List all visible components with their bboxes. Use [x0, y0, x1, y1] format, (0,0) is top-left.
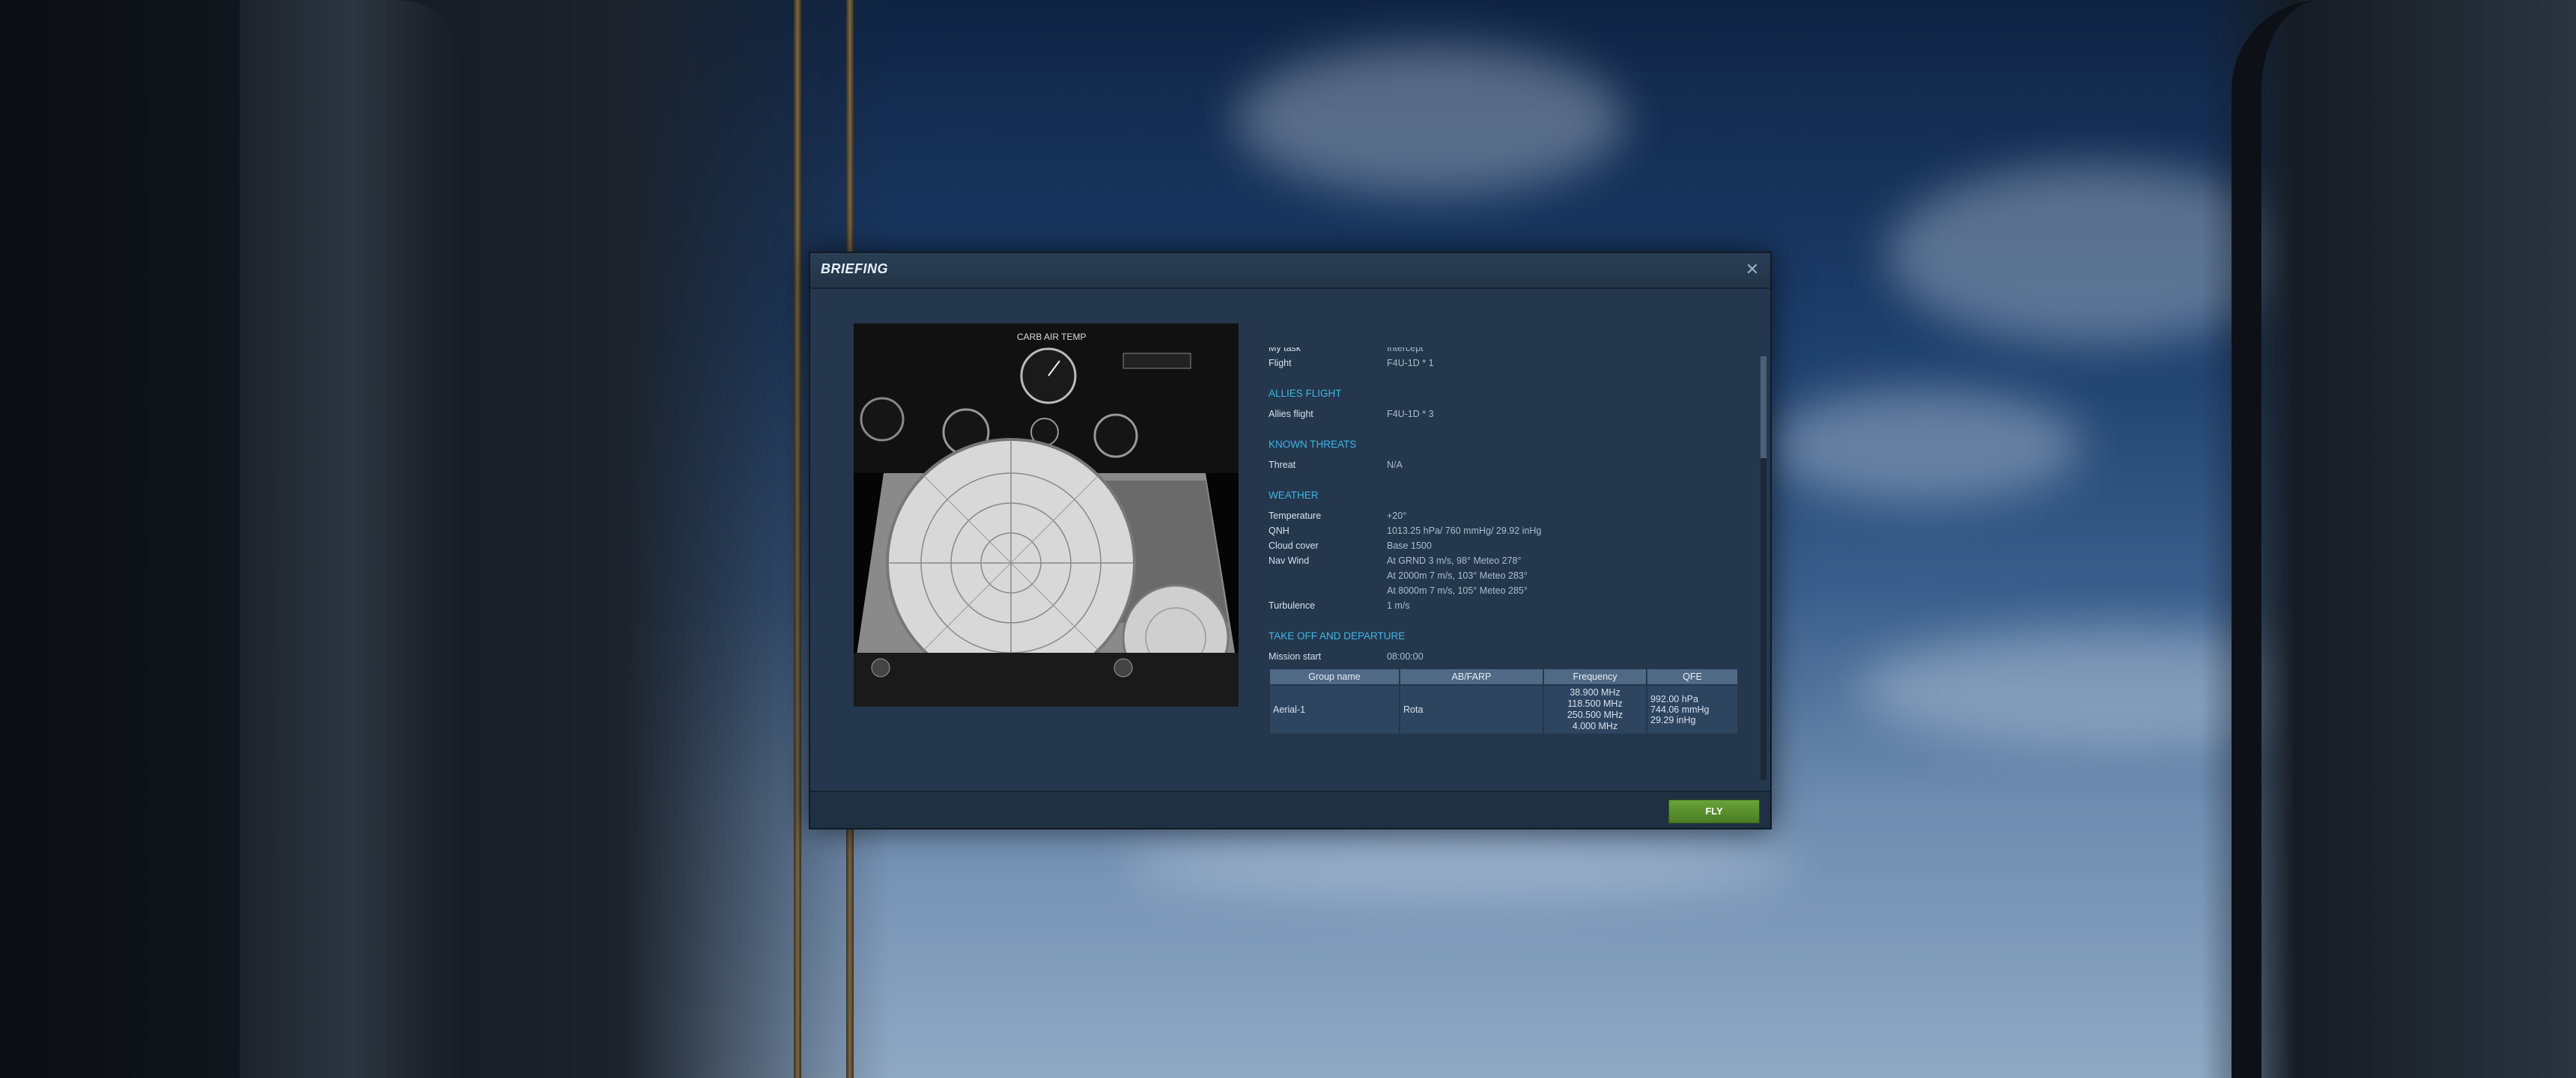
column-header-group-name: Group name — [1269, 668, 1400, 686]
dialog-title: BRIEFING — [821, 261, 889, 276]
temperature-row: Temperature +20° — [1269, 509, 1740, 524]
cable — [794, 0, 801, 1078]
allies-flight-row: Allies flight F4U-1D * 3 — [1269, 407, 1740, 422]
my-task-label: My task — [1269, 347, 1301, 353]
column-header-ab-farp: AB/FARP — [1399, 668, 1544, 686]
nav-wind-line: At 2000m 7 m/s, 103° Meteo 283° — [1269, 569, 1740, 584]
flight-row: Flight F4U-1D * 1 — [1269, 356, 1740, 371]
nav-wind-row: Nav Wind At GRND 3 m/s, 98° Meteo 278° — [1269, 554, 1740, 569]
qnh-value: 1013.25 hPa/ 760 mmHg/ 29.92 inHg — [1387, 526, 1542, 536]
flight-label: Flight — [1269, 358, 1292, 368]
takeoff-departure-heading: TAKE OFF AND DEPARTURE — [1269, 630, 1406, 642]
turbulence-label: Turbulence — [1269, 600, 1316, 611]
column-header-frequency: Frequency — [1543, 668, 1647, 686]
known-threats-heading: KNOWN THREATS — [1269, 439, 1357, 450]
frequency-value: 4.000 MHz — [1572, 721, 1618, 731]
mission-start-value: 08:00:00 — [1387, 651, 1424, 662]
table-header-row: Group name AB/FARP Frequency QFE — [1269, 668, 1739, 686]
frequency-value: 250.500 MHz — [1567, 710, 1623, 720]
group-name-cell: Aerial-1 — [1269, 684, 1400, 735]
allies-flight-heading: ALLIES FLIGHT — [1269, 388, 1342, 399]
nav-wind-value: At 8000m 7 m/s, 105° Meteo 285° — [1387, 585, 1528, 596]
threat-row: Threat N/A — [1269, 458, 1740, 473]
nav-wind-value: At 2000m 7 m/s, 103° Meteo 283° — [1387, 570, 1528, 581]
threat-value: N/A — [1387, 460, 1403, 470]
nav-wind-value: At GRND 3 m/s, 98° Meteo 278° — [1387, 555, 1522, 566]
temperature-value: +20° — [1387, 511, 1407, 521]
nav-wind-line: At 8000m 7 m/s, 105° Meteo 285° — [1269, 584, 1740, 599]
close-icon[interactable]: ✕ — [1742, 259, 1763, 280]
frequency-cell: 38.900 MHz 118.500 MHz 250.500 MHz 4.000… — [1543, 684, 1647, 735]
departure-table: Group name AB/FARP Frequency QFE Aerial-… — [1269, 668, 1739, 735]
column-header-qfe: QFE — [1646, 668, 1739, 686]
qfe-value: 29.29 inHg — [1650, 715, 1696, 725]
briefing-text-panel[interactable]: My task Intercept Flight F4U-1D * 1 ALLI… — [1269, 347, 1740, 780]
weather-heading: WEATHER — [1269, 490, 1319, 501]
airbase-cell: Rota — [1399, 684, 1544, 735]
turbulence-value: 1 m/s — [1387, 600, 1410, 611]
my-task-row: My task Intercept — [1269, 347, 1740, 356]
mission-start-label: Mission start — [1269, 651, 1322, 662]
my-task-value: Intercept — [1387, 347, 1424, 353]
dialog-body: CARB AIR TEMP My task Intercept Flight F… — [810, 289, 1770, 792]
qnh-row: QNH 1013.25 hPa/ 760 mmHg/ 29.92 inHg — [1269, 524, 1740, 539]
flight-value: F4U-1D * 1 — [1387, 358, 1434, 368]
briefing-dialog: BRIEFING ✕ CARB AIR TEMP My task Interce… — [809, 252, 1772, 829]
cloud-cover-label: Cloud cover — [1269, 540, 1319, 551]
qfe-value: 992.00 hPa — [1650, 694, 1698, 704]
briefing-image: CARB AIR TEMP — [854, 323, 1239, 707]
allies-flight-label: Allies flight — [1269, 409, 1313, 419]
allies-flight-value: F4U-1D * 3 — [1387, 409, 1434, 419]
fly-button[interactable]: FLY — [1668, 800, 1760, 823]
threat-label: Threat — [1269, 460, 1296, 470]
mission-start-row: Mission start 08:00:00 — [1269, 650, 1740, 665]
frequency-value: 38.900 MHz — [1570, 687, 1620, 698]
cockpit-instrument-illustration: CARB AIR TEMP — [854, 323, 1239, 707]
temperature-label: Temperature — [1269, 511, 1322, 521]
qfe-cell: 992.00 hPa 744.06 mmHg 29.29 inHg — [1646, 684, 1739, 735]
qnh-label: QNH — [1269, 526, 1289, 536]
cloud-cover-row: Cloud cover Base 1500 — [1269, 539, 1740, 554]
dialog-footer: FLY — [810, 791, 1770, 828]
turbulence-row: Turbulence 1 m/s — [1269, 599, 1740, 614]
nav-wind-label: Nav Wind — [1269, 555, 1310, 566]
canopy-frame-right — [2232, 0, 2486, 1078]
cloud-cover-value: Base 1500 — [1387, 540, 1432, 551]
qfe-value: 744.06 mmHg — [1650, 704, 1710, 715]
dialog-header: BRIEFING ✕ — [810, 253, 1770, 289]
briefing-scrollbar[interactable] — [1761, 356, 1767, 780]
canopy-frame-left — [240, 0, 464, 1078]
image-caption: CARB AIR TEMP — [1017, 332, 1086, 342]
table-row: Aerial-1 Rota 38.900 MHz 118.500 MHz 250… — [1269, 684, 1739, 735]
frequency-value: 118.500 MHz — [1567, 698, 1623, 709]
scrollbar-thumb[interactable] — [1761, 356, 1767, 458]
